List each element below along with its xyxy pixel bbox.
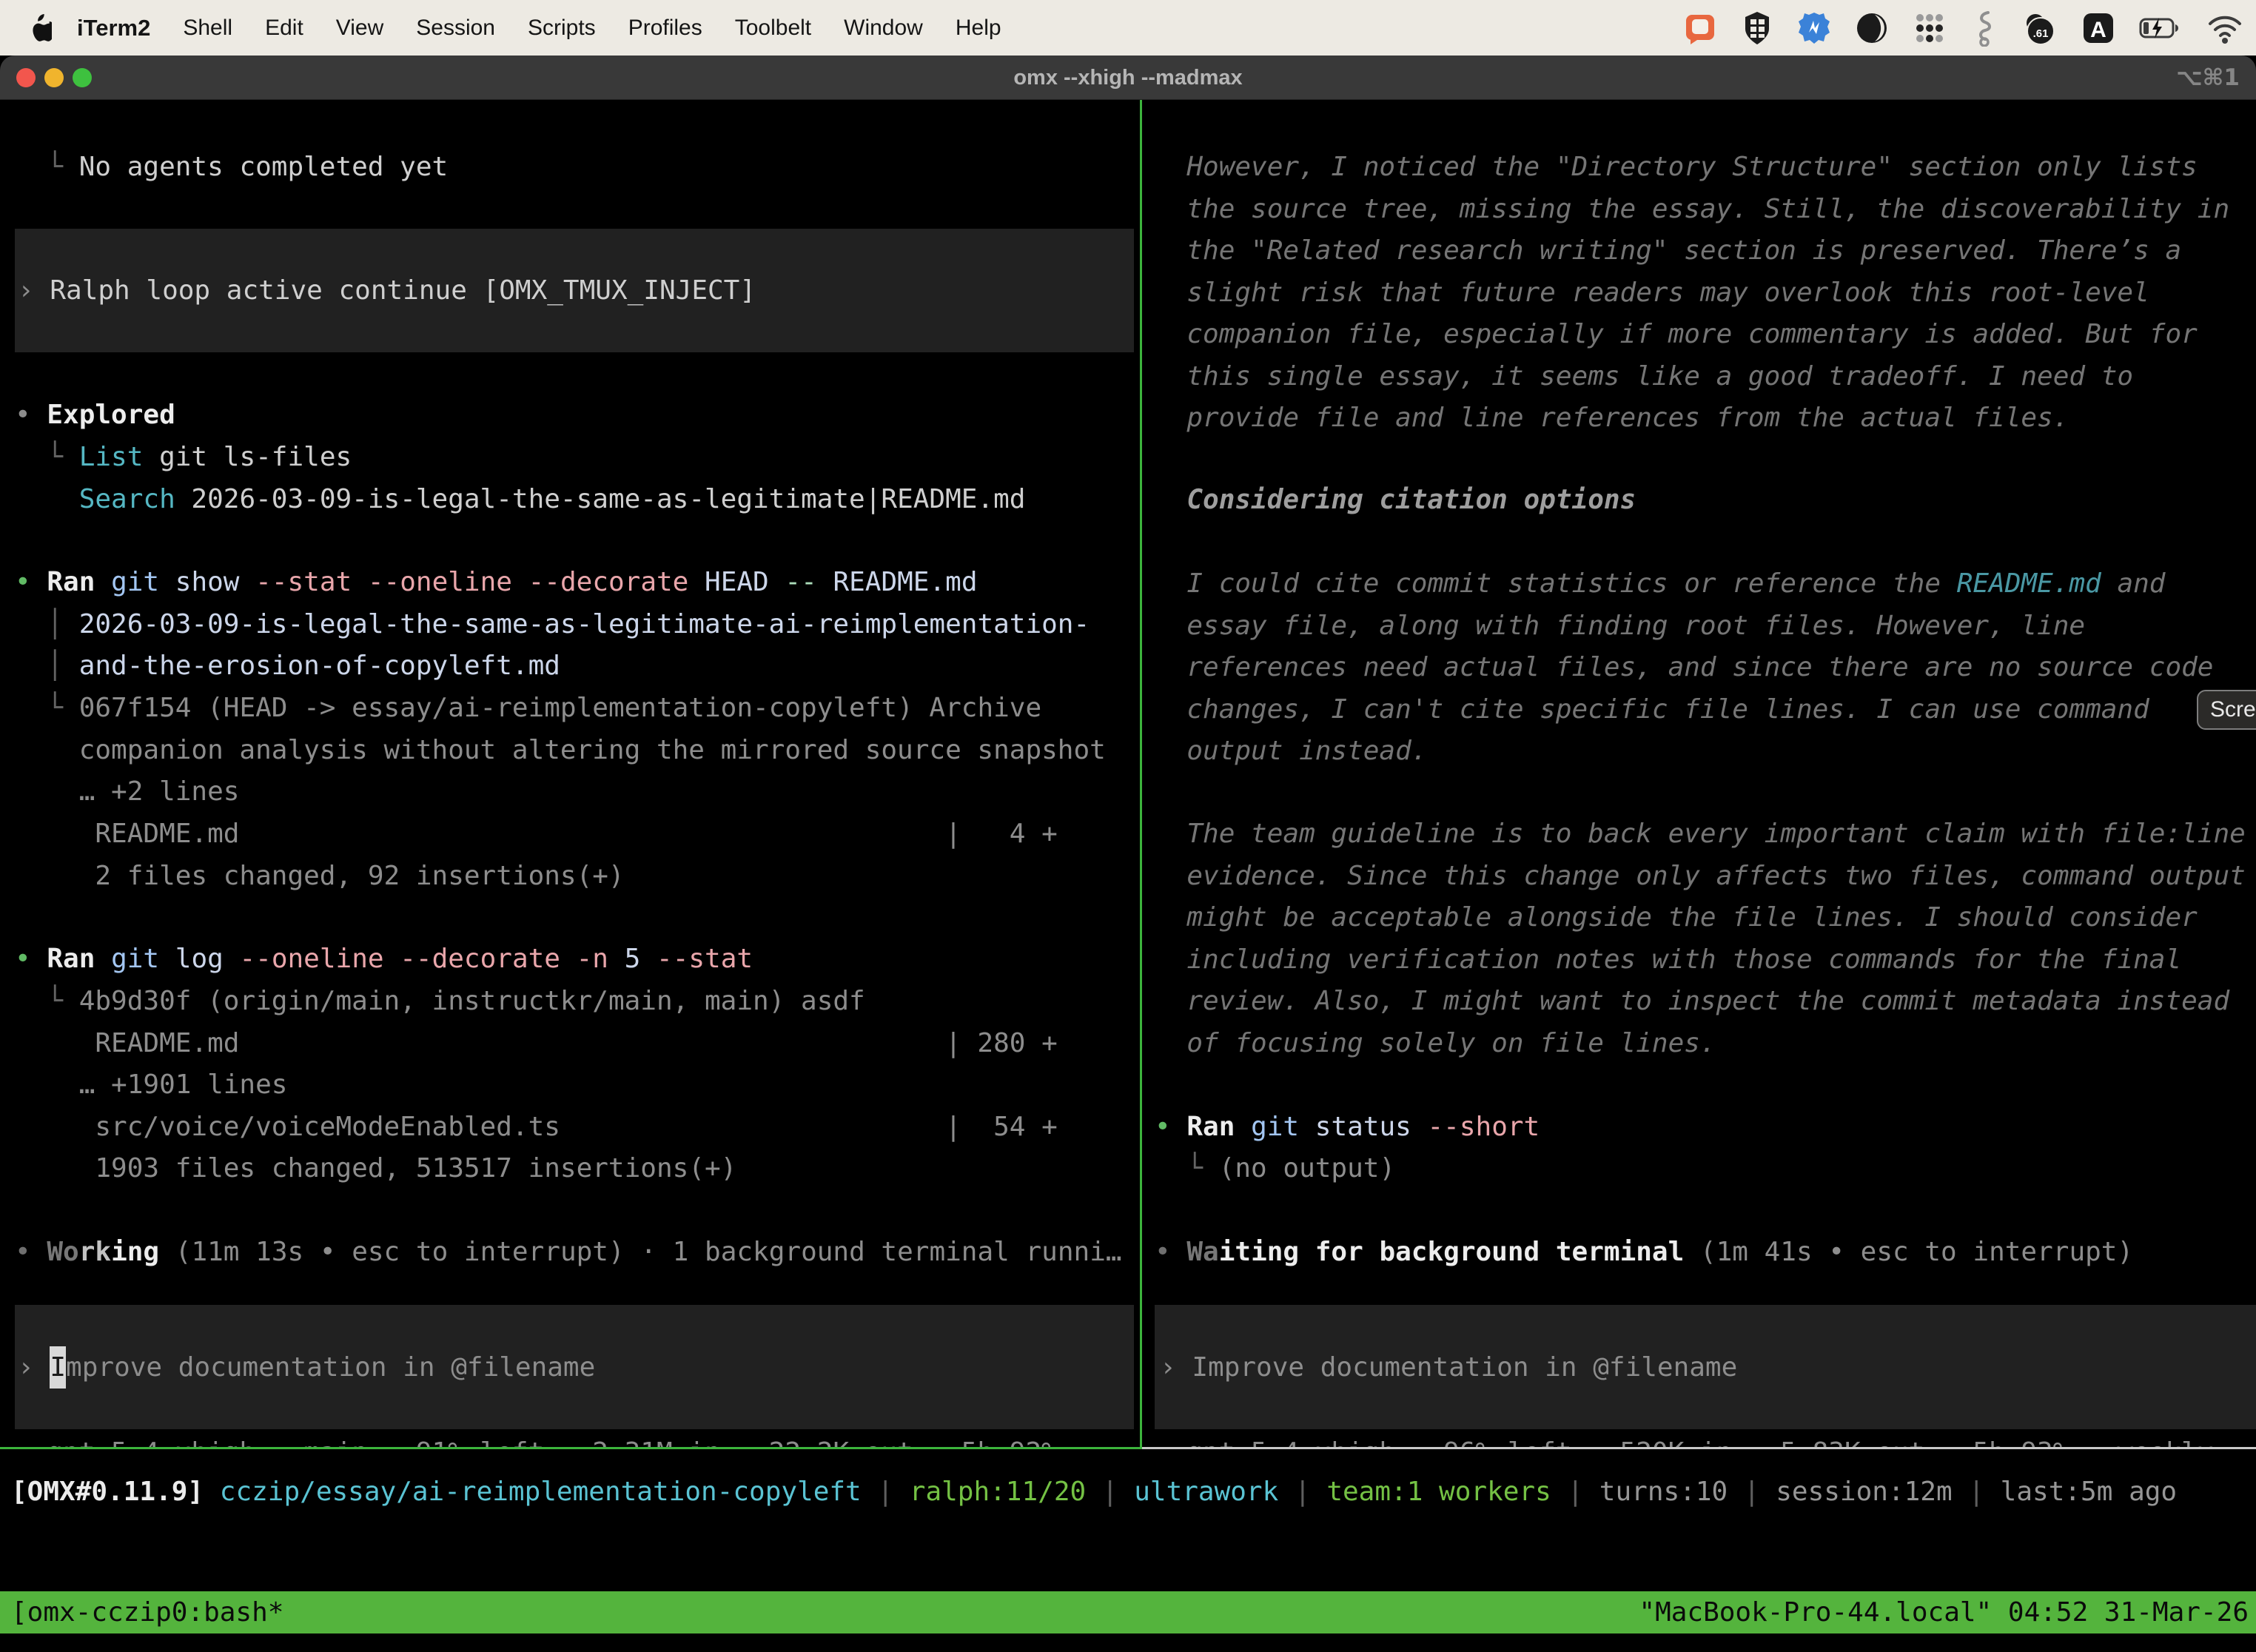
screen-overlay-label: Scre (2210, 697, 2256, 722)
terminal-line: However, I noticed the "Directory Struct… (1155, 146, 2256, 188)
tmux-session-label: [omx-cczip0:bash* (11, 1591, 283, 1633)
battery-charging-icon[interactable] (2139, 10, 2182, 46)
gauge-61-icon[interactable]: .61 (2021, 10, 2058, 46)
window-title: omx --xhigh --madmax (0, 56, 2256, 100)
terminal-line: • Ran git status --short (1155, 1106, 2256, 1148)
terminal-line: essay file, along with finding root file… (1155, 605, 2256, 647)
gauge-badge-text: .61 (2033, 27, 2049, 40)
terminal-line: • Ran git log --oneline --decorate -n 5 … (15, 938, 1140, 980)
tmux-clock: "MacBook-Pro-44.local" 04:52 31-Mar-26 (1639, 1591, 2249, 1633)
menu-bar: iTerm2 Shell Edit View Session Scripts Profile… (0, 0, 2256, 56)
terminal-line: the "Related research writing" section i… (1155, 229, 2256, 272)
terminal-line: │ and-the-erosion-of-copyleft.md (15, 645, 1140, 687)
terminal-line: might be acceptable alongside the file l… (1155, 896, 2256, 939)
menu-item-edit[interactable]: Edit (265, 16, 303, 41)
right-terminal-pane[interactable]: However, I noticed the "Directory Struct… (1155, 100, 2256, 1449)
left-terminal-pane[interactable]: └ No agents completed yet › Ralph loop ac… (15, 100, 1140, 1449)
terminal-line: └ 4b9d30f (origin/main, instructkr/main,… (15, 980, 1140, 1022)
menu-item-toolbelt[interactable]: Toolbelt (735, 16, 811, 41)
terminal-line: the source tree, missing the essay. Stil… (1155, 188, 2256, 230)
terminal-line: src/voice/voiceModeEnabled.ts | 54 + (15, 1106, 1140, 1148)
terminal-line: … +2 lines (15, 770, 1140, 813)
prompt-input[interactable]: › Improve documentation in @filename (15, 1305, 1134, 1429)
menu-item-session[interactable]: Session (416, 16, 495, 41)
window-titlebar[interactable]: omx --xhigh --madmax ⌥⌘1 (0, 56, 2256, 100)
keyboard-shortcut-badge: ⌥⌘1 (2176, 56, 2240, 100)
apple-menu-icon[interactable] (28, 14, 52, 42)
terminal-line: 1903 files changed, 513517 insertions(+) (15, 1147, 1140, 1189)
bottom-terminal-pane: [OMX#0.11.9] cczip/essay/ai-reimplementa… (11, 1449, 2246, 1590)
terminal-line: └ 067f154 (HEAD -> essay/ai-reimplementa… (15, 687, 1140, 729)
menu-items: iTerm2 Shell Edit View Session Scripts Profile… (77, 15, 1001, 41)
terminal-line: evidence. Since this change only affects… (1155, 855, 2256, 897)
menu-item-shell[interactable]: Shell (183, 16, 232, 41)
terminal-line: output instead. (1155, 730, 2256, 772)
terminal-line: README.md | 280 + (15, 1022, 1140, 1064)
tmux-status-bar: [omx-cczip0:bash* "MacBook-Pro-44.local"… (0, 1591, 2256, 1633)
wifi-icon[interactable] (2206, 10, 2244, 46)
terminal-line: Search 2026-03-09-is-legal-the-same-as-l… (15, 478, 1140, 520)
terminal-line: … +1901 lines (15, 1064, 1140, 1106)
menu-item-help[interactable]: Help (956, 16, 1001, 41)
terminal-line: │ 2026-03-09-is-legal-the-same-as-legiti… (15, 603, 1140, 645)
terminal-line: README.md | 4 + (15, 813, 1140, 855)
pane-divider[interactable] (1140, 100, 1142, 1449)
menu-item-scripts[interactable]: Scripts (528, 16, 596, 41)
terminal-line: The team guideline is to back every impo… (1155, 813, 2256, 855)
working-status-line: • Working (11m 13s • esc to interrupt) ·… (15, 1231, 1140, 1273)
terminal-line: references need actual files, and since … (1155, 646, 2256, 688)
terminal-line: of focusing solely on file lines. (1155, 1022, 2256, 1064)
menu-item-view[interactable]: View (336, 16, 383, 41)
terminal-line: └ (no output) (1155, 1147, 2256, 1189)
terminal-line: 2 files changed, 92 insertions(+) (15, 855, 1140, 897)
terminal-line: review. Also, I might want to inspect th… (1155, 980, 2256, 1022)
terminal-line: • Explored (15, 394, 1140, 436)
iterm-window: omx --xhigh --madmax ⌥⌘1 └ No agents com… (0, 56, 2256, 1652)
terminal-line: └ List git ls-files (15, 436, 1140, 478)
menu-status-icons: .61 A (1683, 0, 2244, 56)
screen-overlay-button[interactable]: Scre (2197, 690, 2256, 730)
blue-badge-icon[interactable] (1797, 10, 1831, 46)
chat-app-icon[interactable] (1683, 10, 1717, 46)
terminal-line: this single essay, it seems like a good … (1155, 355, 2256, 397)
moon-circle-icon[interactable] (1855, 10, 1889, 46)
letter-a-text: A (2090, 18, 2106, 42)
omx-status-line: [OMX#0.11.9] cczip/essay/ai-reimplementa… (11, 1471, 2246, 1513)
terminal-line: provide file and line references from th… (1155, 397, 2256, 439)
terminal-line: companion analysis without altering the … (15, 729, 1140, 771)
menu-item-profiles[interactable]: Profiles (628, 16, 702, 41)
terminal-line: including verification notes with those … (1155, 939, 2256, 981)
reasoning-heading: Considering citation options (1155, 479, 2256, 521)
ralph-loop-banner: › Ralph loop active continue [OMX_TMUX_I… (15, 229, 1134, 352)
letter-a-icon[interactable]: A (2081, 10, 2115, 46)
squiggle-icon[interactable] (1970, 10, 1997, 47)
menu-item-iterm2[interactable]: iTerm2 (77, 15, 150, 41)
shield-grid-icon[interactable] (1741, 10, 1773, 46)
terminal-line: • Ran git show --stat --oneline --decora… (15, 561, 1140, 603)
terminal-line: changes, I can't cite specific file line… (1155, 688, 2256, 731)
waiting-status-line: • Waiting for background terminal (1m 41… (1155, 1231, 2256, 1273)
menu-item-window[interactable]: Window (844, 16, 923, 41)
terminal-line: companion file, especially if more comme… (1155, 313, 2256, 355)
terminal-line: └ No agents completed yet (15, 146, 1140, 188)
terminal-line: slight risk that future readers may over… (1155, 272, 2256, 314)
terminal-line: I could cite commit statistics or refere… (1155, 563, 2256, 605)
dots-grid-icon[interactable] (1913, 10, 1947, 46)
prompt-input[interactable]: › Improve documentation in @filename (1155, 1305, 2256, 1429)
